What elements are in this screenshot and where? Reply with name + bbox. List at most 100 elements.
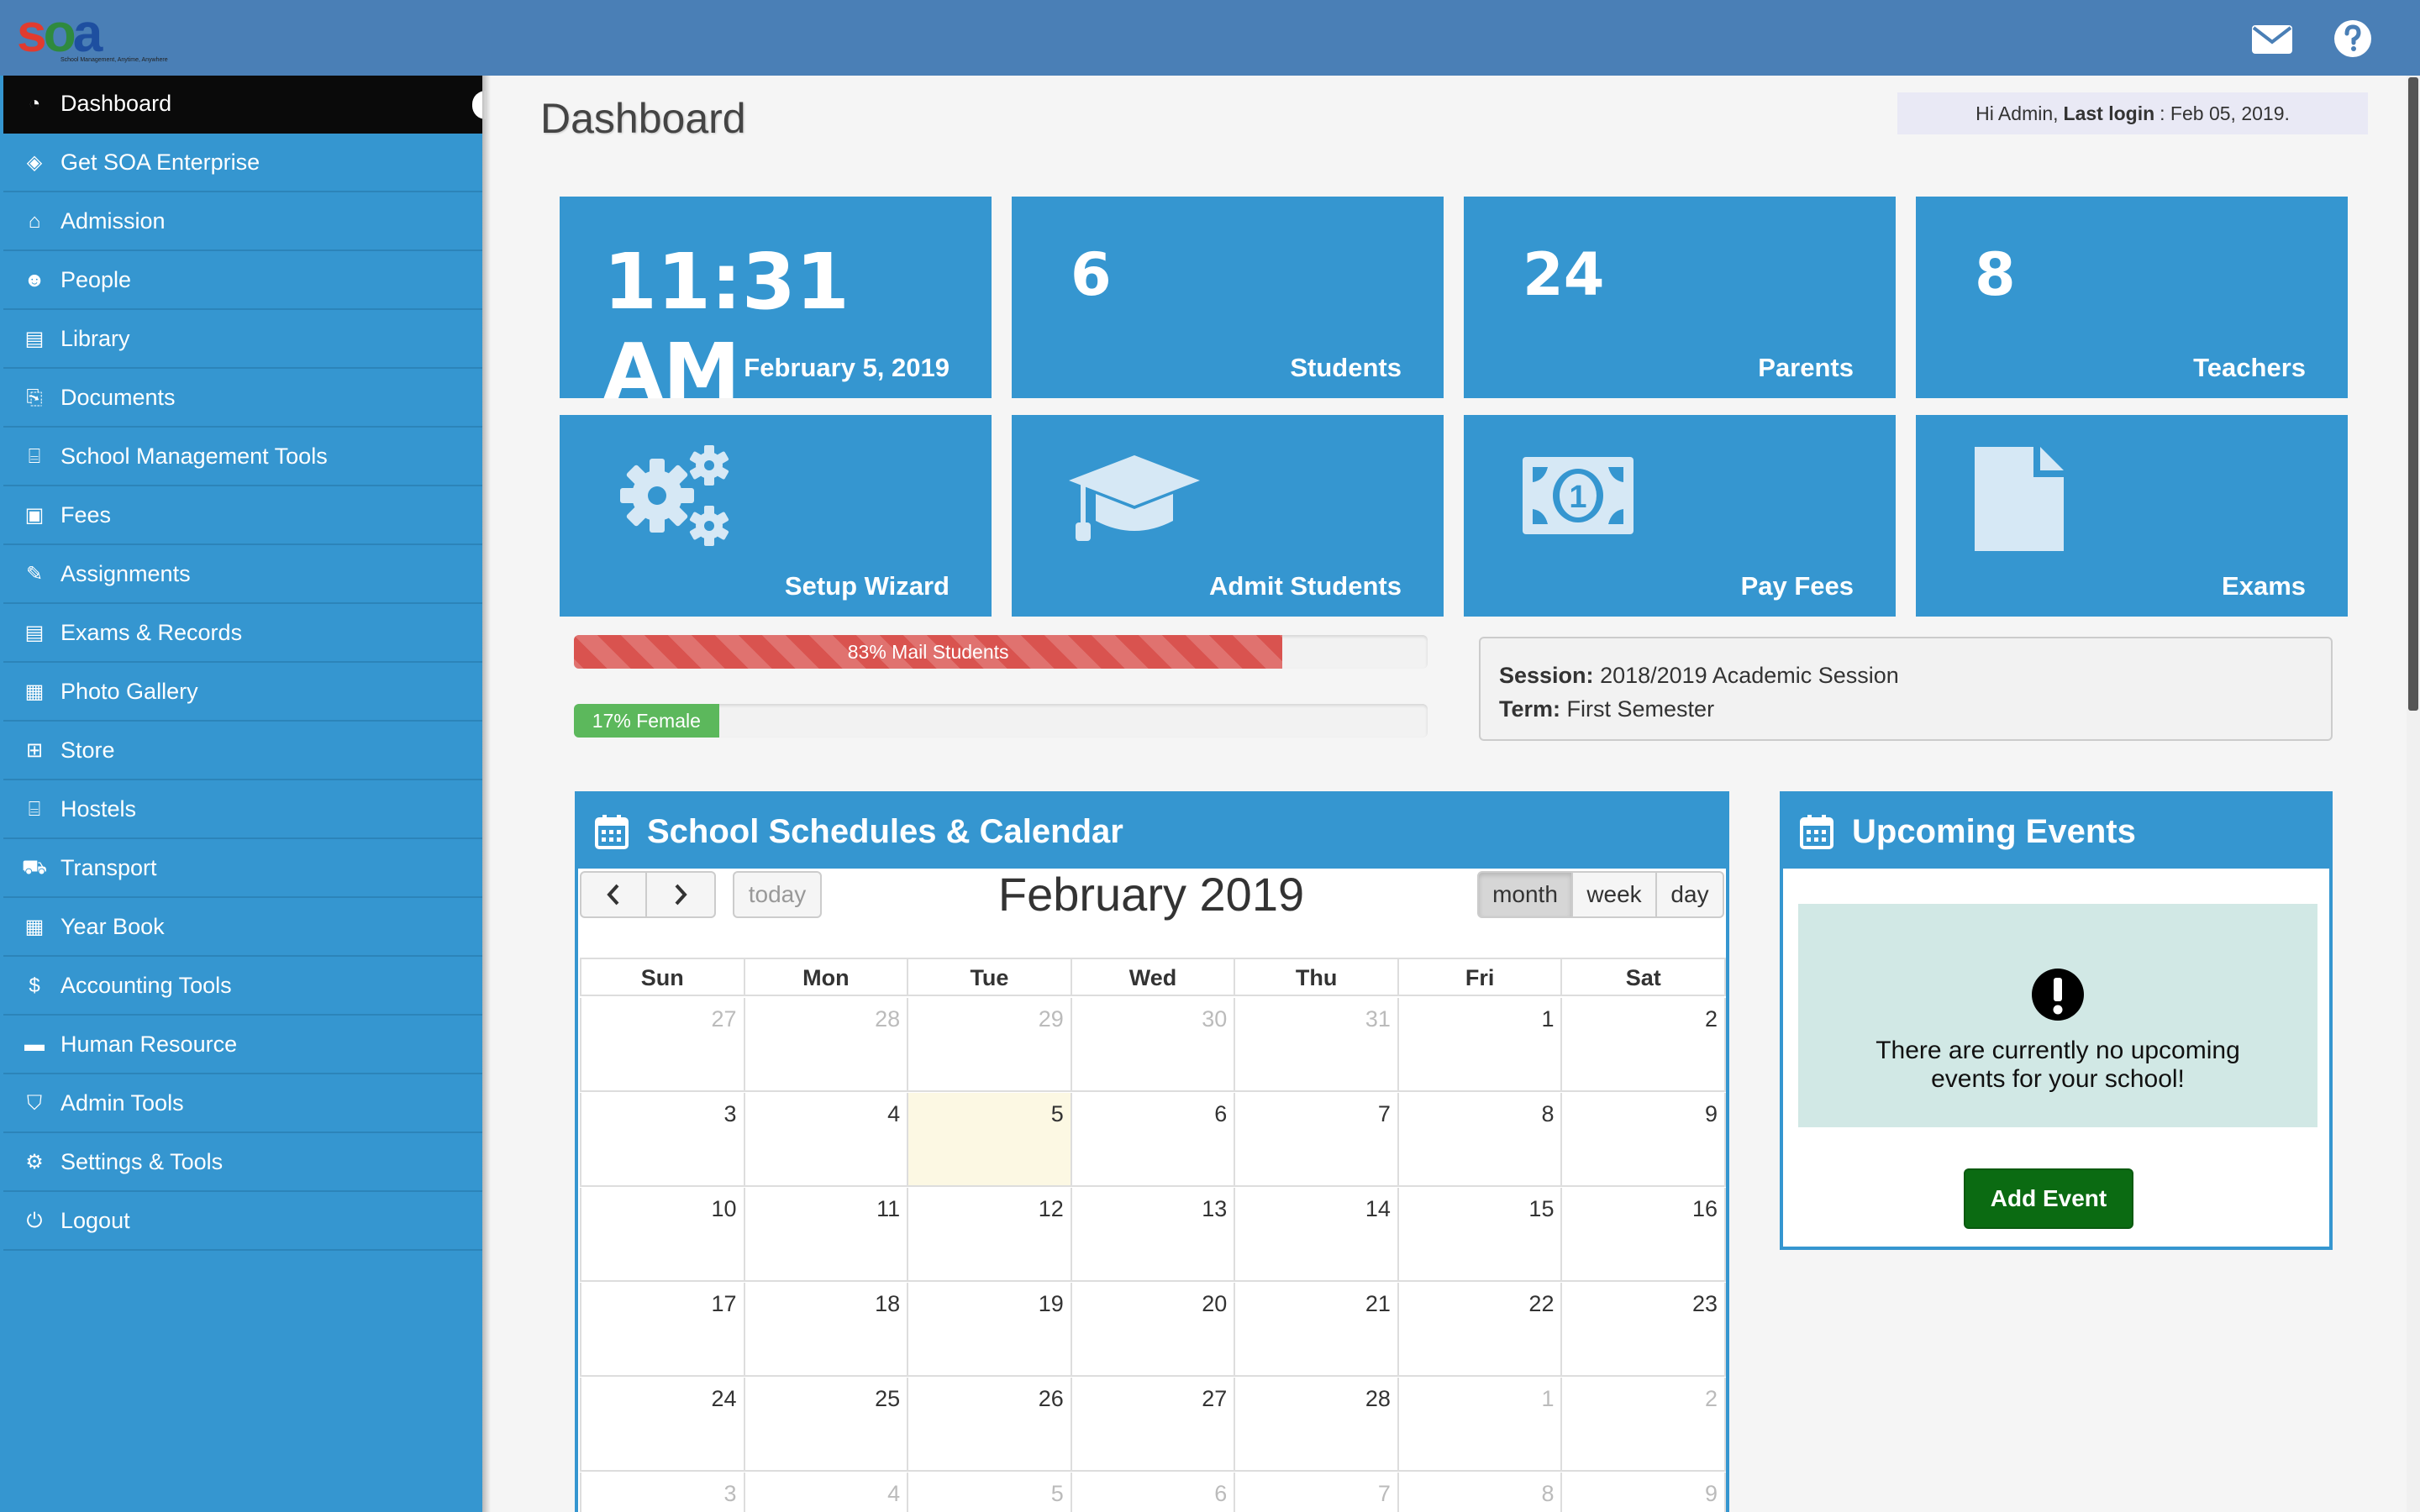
sidebar-item-get-soa-enterprise[interactable]: ◈ Get SOA Enterprise <box>3 134 482 192</box>
teachers-tile[interactable]: 8 Teachers <box>1916 197 2348 398</box>
calendar-day-cell[interactable]: 3 <box>580 1473 745 1512</box>
calendar-day-cell[interactable]: 9 <box>1562 1093 1727 1185</box>
exclamation-circle-icon <box>2032 969 2084 1021</box>
calendar-day-cell[interactable]: 13 <box>1072 1188 1236 1280</box>
sidebar-item-photo-gallery[interactable]: ▦ Photo Gallery <box>3 664 482 722</box>
power-icon: ⏻ <box>26 1209 43 1232</box>
admit-students-tile[interactable]: Admit Students <box>1012 415 1444 617</box>
calendar-day-cell[interactable]: 8 <box>1399 1093 1563 1185</box>
weekday-header-cell: Thu <box>1235 959 1399 995</box>
sidebar-item-admission[interactable]: ⌂ Admission <box>3 193 482 251</box>
calendar-day-cell[interactable]: 15 <box>1399 1188 1563 1280</box>
pay-fees-tile[interactable]: 1 Pay Fees <box>1464 415 1896 617</box>
calendar-day-cell[interactable]: 30 <box>1072 998 1236 1090</box>
help-icon[interactable] <box>2331 17 2375 60</box>
calendar-day-view-button[interactable]: day <box>1657 871 1724 918</box>
calendar-day-cell[interactable]: 18 <box>745 1283 909 1375</box>
calendar-day-cell[interactable]: 16 <box>1562 1188 1727 1280</box>
calendar-day-cell[interactable]: 4 <box>745 1473 909 1512</box>
calendar-day-cell[interactable]: 3 <box>580 1093 745 1185</box>
svg-text:1: 1 <box>1569 480 1586 515</box>
calendar-day-cell[interactable]: 4 <box>745 1093 909 1185</box>
calendar-week-view-button[interactable]: week <box>1573 871 1657 918</box>
calendar-day-cell[interactable]: 20 <box>1072 1283 1236 1375</box>
calendar-day-cell[interactable]: 14 <box>1235 1188 1399 1280</box>
parents-tile[interactable]: 24 Parents <box>1464 197 1896 398</box>
calendar-day-cell[interactable]: 8 <box>1399 1473 1563 1512</box>
calendar-day-cell[interactable]: 10 <box>580 1188 745 1280</box>
top-bar: soa School Management, Anytime, Anywhere <box>0 0 2420 76</box>
calendar-day-cell[interactable]: 27 <box>1072 1378 1236 1470</box>
events-panel-header: Upcoming Events <box>1783 795 2329 869</box>
sidebar-item-dashboard[interactable]: ◔ Dashboard <box>3 76 486 134</box>
calendar-day-cell[interactable]: 5 <box>908 1473 1072 1512</box>
sidebar-item-fees[interactable]: ▣ Fees <box>3 487 482 545</box>
sidebar-item-school-management-tools[interactable]: ⌸ School Management Tools <box>3 428 482 486</box>
students-tile[interactable]: 6 Students <box>1012 197 1444 398</box>
calendar-day-cell[interactable]: 23 <box>1562 1283 1727 1375</box>
admit-students-label: Admit Students <box>1208 571 1402 601</box>
sidebar-item-transport[interactable]: ⛟ Transport <box>3 840 482 898</box>
users-icon: ☻ <box>24 268 45 291</box>
calendar-day-cell[interactable]: 31 <box>1235 998 1399 1090</box>
sidebar-item-assignments[interactable]: ✎ Assignments <box>3 546 482 604</box>
calendar-day-cell[interactable]: 26 <box>908 1378 1072 1470</box>
calendar-day-cell[interactable]: 7 <box>1235 1473 1399 1512</box>
calendar-day-cell[interactable]: 6 <box>1072 1473 1236 1512</box>
calendar-day-cell[interactable]: 1 <box>1399 998 1563 1090</box>
sidebar-item-admin-tools[interactable]: ⛉ Admin Tools <box>3 1075 482 1133</box>
shield-icon: ⛉ <box>27 1091 42 1115</box>
calendar-day-cell[interactable]: 27 <box>580 998 745 1090</box>
calendar-next-button[interactable] <box>647 871 716 918</box>
clock-tile: 11:31 AM February 5, 2019 <box>560 197 992 417</box>
calendar-day-cell[interactable]: 29 <box>908 998 1072 1090</box>
sidebar-item-year-book[interactable]: ▦ Year Book <box>3 899 482 957</box>
sidebar-item-people[interactable]: ☻ People <box>3 252 482 310</box>
calendar-prev-button[interactable] <box>580 871 647 918</box>
calendar-day-cell[interactable]: 28 <box>745 998 909 1090</box>
exams-label: Exams <box>2222 571 2306 601</box>
calendar-month-view-button[interactable]: month <box>1477 871 1573 918</box>
calendar-day-cell[interactable]: 9 <box>1562 1473 1727 1512</box>
calendar-day-cell[interactable]: 2 <box>1562 1378 1727 1470</box>
calendar-day-cell[interactable]: 25 <box>745 1378 909 1470</box>
calendar-day-cell[interactable]: 21 <box>1235 1283 1399 1375</box>
calendar-day-cell[interactable]: 19 <box>908 1283 1072 1375</box>
sidebar-item-accounting-tools[interactable]: $ Accounting Tools <box>3 958 482 1016</box>
calendar-today-button[interactable]: today <box>733 871 822 918</box>
setup-wizard-tile[interactable]: Setup Wizard <box>560 415 992 617</box>
app-logo[interactable]: soa School Management, Anytime, Anywhere <box>17 3 168 66</box>
term-line: Term: First Semester <box>1499 692 2312 726</box>
sidebar-item-library[interactable]: ▤ Library <box>3 311 482 369</box>
calendar-day-cell[interactable]: 24 <box>580 1378 745 1470</box>
sidebar-item-documents[interactable]: ⎘ Documents <box>3 370 482 428</box>
sidebar-item-store[interactable]: ⊞ Store <box>3 722 482 780</box>
calendar-day-cell[interactable]: 28 <box>1235 1378 1399 1470</box>
calendar-day-cell[interactable]: 22 <box>1399 1283 1563 1375</box>
sidebar-item-hostels[interactable]: ⌸ Hostels <box>3 781 482 839</box>
session-info: Session: 2018/2019 Academic Session Term… <box>1479 637 2333 741</box>
calendar-day-cell[interactable]: 1 <box>1399 1378 1563 1470</box>
sidebar-item-label: Exams & Records <box>60 620 243 645</box>
exams-tile[interactable]: Exams <box>1916 415 2348 617</box>
calendar-day-cell[interactable]: 12 <box>908 1188 1072 1280</box>
mail-icon[interactable] <box>2250 17 2294 60</box>
calendar-day-cell[interactable]: 17 <box>580 1283 745 1375</box>
sidebar-item-label: People <box>60 267 132 292</box>
calendar-day-cell[interactable]: 6 <box>1072 1093 1236 1185</box>
clock-time: 11:31 AM <box>603 237 850 417</box>
session-value: 2018/2019 Academic Session <box>1600 663 1899 688</box>
setup-wizard-label: Setup Wizard <box>784 571 950 601</box>
sidebar-item-settings-tools[interactable]: ⚙ Settings & Tools <box>3 1134 482 1192</box>
add-event-button[interactable]: Add Event <box>1964 1168 2133 1229</box>
sidebar-item-logout[interactable]: ⏻ Logout <box>3 1193 482 1251</box>
calendar-week-row: 3456789 <box>580 1093 1727 1187</box>
sidebar-item-exams-records[interactable]: ▤ Exams & Records <box>3 605 482 663</box>
calendar-day-cell[interactable]: 2 <box>1562 998 1727 1090</box>
calendar-day-cell[interactable]: 11 <box>745 1188 909 1280</box>
teachers-label: Teachers <box>2193 353 2306 382</box>
calendar-day-cell-today[interactable]: 5 <box>908 1093 1072 1185</box>
page-scrollbar-thumb[interactable] <box>2408 77 2418 711</box>
calendar-day-cell[interactable]: 7 <box>1235 1093 1399 1185</box>
sidebar-item-human-resource[interactable]: ▬ Human Resource <box>3 1016 482 1074</box>
